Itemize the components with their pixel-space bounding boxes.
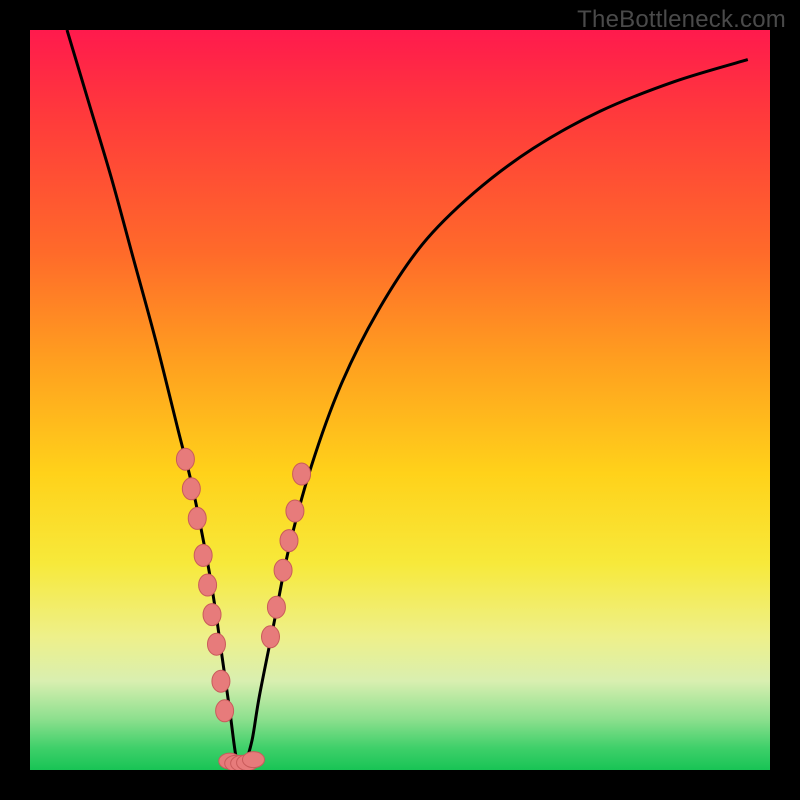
data-marker [286, 500, 304, 522]
watermark-text: TheBottleneck.com [577, 6, 786, 34]
data-marker [199, 574, 217, 596]
data-marker [293, 463, 311, 485]
data-marker [176, 448, 194, 470]
data-marker [216, 700, 234, 722]
plot-area [30, 30, 770, 770]
data-marker [274, 559, 292, 581]
data-marker [203, 604, 221, 626]
data-marker [207, 633, 225, 655]
data-marker [262, 626, 280, 648]
data-marker [194, 544, 212, 566]
data-marker [212, 670, 230, 692]
marker-layer [176, 448, 310, 770]
data-marker [280, 530, 298, 552]
outer-frame: TheBottleneck.com [0, 0, 800, 800]
data-marker [242, 752, 264, 768]
chart-svg [30, 30, 770, 770]
data-marker [188, 507, 206, 529]
bottleneck-curve [67, 30, 748, 767]
data-marker [267, 596, 285, 618]
curve-layer [67, 30, 748, 767]
data-marker [182, 478, 200, 500]
